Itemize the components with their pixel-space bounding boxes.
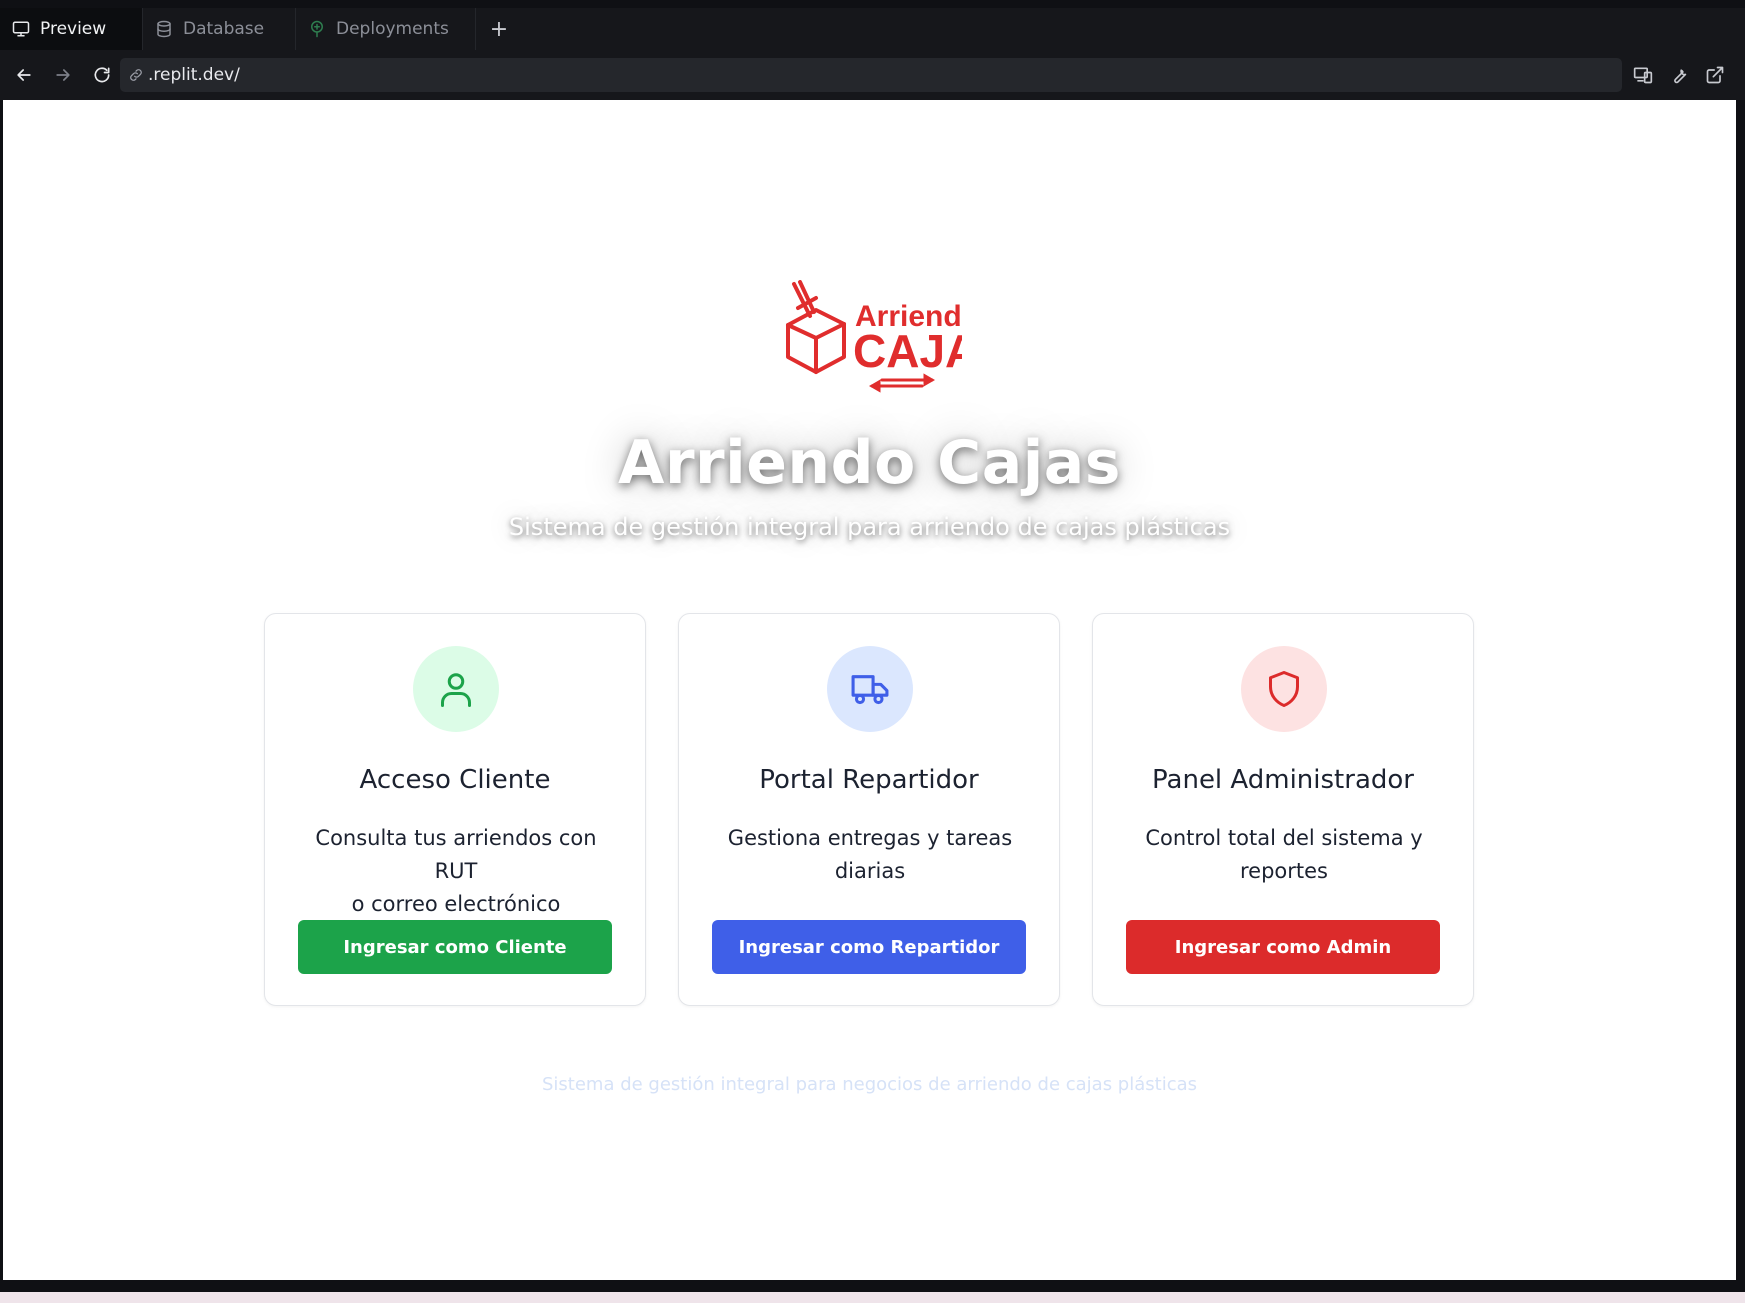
forward-button[interactable] (46, 58, 80, 92)
reload-button[interactable] (85, 58, 119, 92)
tab-label: Deployments (336, 19, 449, 39)
deployments-icon (308, 20, 326, 38)
reload-icon (94, 67, 110, 83)
card-icon-circle (1241, 646, 1327, 732)
add-tab-button[interactable]: + (476, 8, 522, 50)
card-description: Consulta tus arriendos con RUT o correo … (315, 826, 597, 916)
card-title: Panel Administrador (1152, 765, 1414, 795)
login-courier-button[interactable]: Ingresar como Repartidor (712, 920, 1026, 974)
card-description: Gestiona entregas y tareas diarias (727, 826, 1013, 883)
external-link-icon (1706, 66, 1724, 84)
login-client-button[interactable]: Ingresar como Cliente (298, 920, 612, 974)
tab-database[interactable]: Database (143, 8, 296, 50)
card-icon-circle (827, 646, 913, 732)
card-description: Control total del sistema y reportes (1145, 826, 1423, 883)
url-text: .replit.dev/ (148, 65, 240, 85)
devtools-button[interactable] (1667, 58, 1691, 92)
arriendo-cajas-logo: Arriendo CAJAS (782, 280, 1009, 396)
workspace-tab-bar: Preview Database Deployments + (0, 8, 1745, 50)
client-access-card: Acceso Cliente Consulta tus arriendos co… (264, 613, 646, 1006)
page-title: Arriendo Cajas (618, 428, 1121, 498)
link-icon (128, 67, 144, 83)
shield-icon (1269, 671, 1299, 707)
open-new-tab-button[interactable] (1703, 58, 1727, 92)
tab-preview[interactable]: Preview (0, 8, 143, 50)
preview-pane: Arriendo CAJAS Arriendo Cajas Sistema de… (3, 100, 1736, 1280)
user-icon (441, 673, 471, 707)
back-button[interactable] (7, 58, 41, 92)
logo-line2: CAJAS (853, 325, 962, 377)
monitor-icon (12, 20, 30, 38)
truck-icon (851, 675, 889, 705)
admin-panel-card: Panel Administrador Control total del si… (1092, 613, 1474, 1006)
url-field[interactable]: .replit.dev/ (120, 58, 1622, 92)
arrow-right-icon (56, 69, 70, 81)
card-icon-circle (413, 646, 499, 732)
login-admin-button[interactable]: Ingresar como Admin (1126, 920, 1440, 974)
courier-portal-card: Portal Repartidor Gestiona entregas y ta… (678, 613, 1060, 1006)
footer-text: Sistema de gestión integral para negocio… (541, 1074, 1198, 1095)
tab-deployments[interactable]: Deployments (296, 8, 476, 50)
page-subtitle: Sistema de gestión integral para arriend… (508, 513, 1231, 541)
preview-address-bar: .replit.dev/ (0, 50, 1745, 100)
tab-label: Preview (40, 19, 107, 39)
tab-label: Database (183, 19, 265, 39)
devices-icon (1633, 67, 1653, 84)
card-title: Portal Repartidor (759, 765, 979, 795)
taskbar-strip (0, 1280, 1745, 1303)
wrench-icon (1674, 69, 1687, 84)
database-icon (155, 20, 173, 38)
card-title: Acceso Cliente (359, 765, 551, 795)
devices-button[interactable] (1631, 58, 1655, 92)
arrow-left-icon (17, 69, 31, 81)
